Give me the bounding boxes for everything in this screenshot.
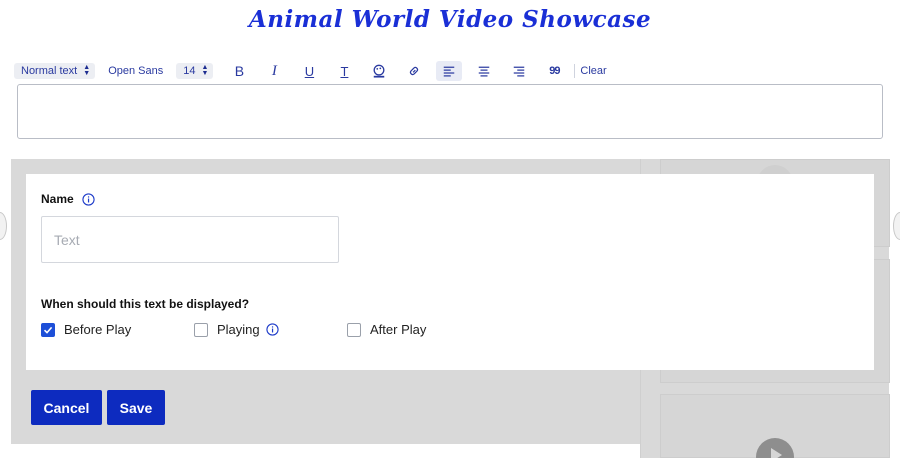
palette-icon (373, 64, 385, 78)
underline-icon: U (304, 63, 315, 79)
font-size-value: 14 (183, 65, 196, 77)
font-size-select[interactable]: 14 ▲ ▼ (176, 63, 214, 79)
quote-icon: 99 (549, 65, 560, 77)
paragraph-style-select[interactable]: Normal text ▲ ▼ (14, 63, 96, 79)
align-right-button[interactable] (506, 61, 532, 81)
clear-formatting-button[interactable]: Clear (580, 65, 606, 77)
text-overlay-form: Name When should this text be displayed?… (26, 174, 874, 370)
after-play-label: After Play (370, 322, 427, 337)
name-label-row: Name (41, 192, 95, 206)
save-button[interactable]: Save (107, 390, 165, 425)
page-title: Animal World Video Showcase (248, 6, 652, 33)
select-arrows-icon: ▲ ▼ (83, 64, 91, 77)
before-play-label: Before Play (64, 322, 132, 337)
backdrop-strip (11, 444, 640, 458)
toolbar-divider (574, 64, 576, 78)
link-button[interactable] (401, 61, 427, 81)
rich-text-editor[interactable] (17, 84, 883, 139)
align-right-icon (514, 66, 525, 77)
select-arrows-icon: ▲ ▼ (201, 64, 209, 77)
name-input[interactable] (41, 216, 339, 263)
italic-icon: I (271, 62, 277, 79)
align-left-button[interactable] (436, 61, 463, 81)
paragraph-style-value: Normal text (21, 65, 78, 77)
rich-text-toolbar: Normal text ▲▼ Open Sans 14 ▲▼ B I U T (14, 60, 607, 82)
font-family-select[interactable]: Open Sans (108, 65, 163, 77)
display-timing-label: When should this text be displayed? (41, 297, 250, 311)
bold-icon: B (234, 63, 245, 79)
playing-label: Playing (217, 322, 260, 337)
carousel-prev-arrow[interactable] (0, 212, 7, 240)
text-color-button[interactable]: T (331, 61, 357, 81)
carousel-next-arrow[interactable] (893, 212, 900, 240)
align-center-icon (479, 66, 490, 77)
cancel-button[interactable]: Cancel (31, 390, 102, 425)
align-center-button[interactable] (471, 61, 497, 81)
checkbox-unchecked-icon (347, 322, 361, 337)
bold-button[interactable]: B (226, 61, 252, 81)
before-play-checkbox[interactable]: Before Play (41, 322, 194, 337)
checkbox-checked-icon (41, 322, 55, 337)
checkbox-unchecked-icon (194, 322, 208, 337)
info-icon[interactable] (82, 192, 95, 206)
after-play-checkbox[interactable]: After Play (347, 322, 426, 337)
info-icon[interactable] (266, 323, 279, 336)
playing-checkbox[interactable]: Playing (194, 322, 347, 337)
italic-button[interactable]: I (261, 61, 287, 81)
underline-button[interactable]: U (296, 61, 322, 81)
align-left-icon (444, 66, 455, 77)
name-label: Name (41, 192, 74, 206)
text-color-icon: T (340, 63, 349, 79)
blockquote-button[interactable]: 99 (541, 61, 567, 81)
display-timing-options: Before Play Playing After Play (41, 322, 426, 337)
background-color-button[interactable] (366, 61, 392, 81)
link-icon (410, 66, 419, 76)
